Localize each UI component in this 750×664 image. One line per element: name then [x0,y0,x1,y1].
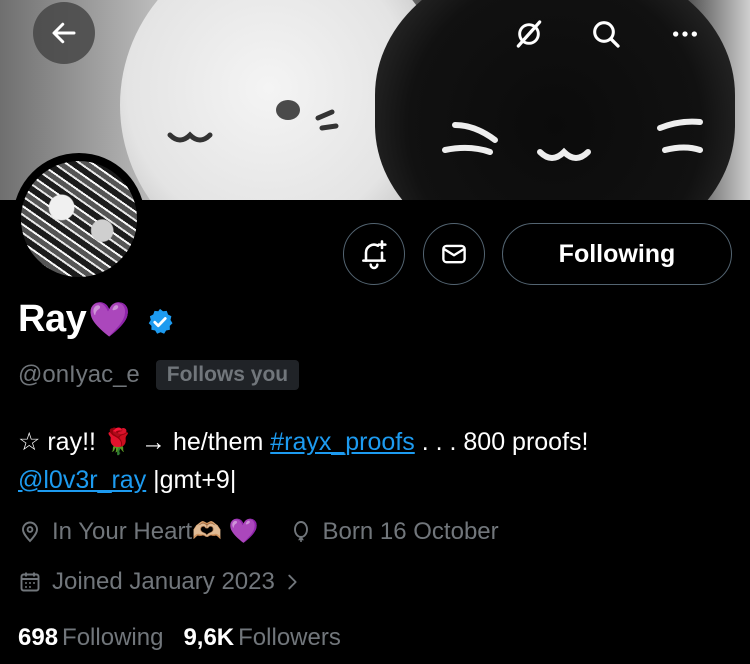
grok-button[interactable] [503,8,555,60]
mention-link[interactable]: @l0v3r_ray [18,466,146,494]
joined-text: Joined January 2023 [52,568,275,595]
display-name: Ray [18,298,87,340]
search-button[interactable] [580,8,632,60]
birthday: Born 16 October [289,518,499,546]
handle: @onIyac_e [18,361,140,388]
bio-text-1: ☆ ray!! 🌹 → he/them [18,428,271,456]
notifications-button[interactable] [343,223,405,285]
message-button[interactable] [423,223,485,285]
following-label: Following [62,624,164,651]
joined[interactable]: Joined January 2023 [18,568,303,596]
profile-name-row: Ray 💜 [18,298,175,341]
followers-count: 9,6K [183,624,235,651]
following-stat[interactable]: 698 Following [18,624,163,652]
balloon-icon [293,520,308,542]
arrow-left-icon [52,22,76,44]
verified-badge-icon[interactable] [145,307,175,337]
birthday-text: Born 16 October [322,517,499,545]
purple-heart-emoji: 💜 [88,300,131,339]
handle-row: @onIyac_e Follows you [18,360,300,390]
search-icon [593,21,620,48]
avatar[interactable] [13,153,145,285]
location-text: In Your Heart🫶🏼 💜 [52,518,259,545]
bio-text-3: |gmt+9| [146,466,237,494]
grok-slash-icon [516,20,542,48]
avatar-image [21,161,137,277]
more-button[interactable] [659,8,711,60]
bell-plus-icon [362,240,387,270]
followers-stat[interactable]: 9,6K Followers [183,624,340,652]
meta-row-2[interactable]: Joined January 2023 [18,568,303,596]
following-count: 698 [18,624,59,651]
follows-you-badge: Follows you [155,360,300,390]
bio-text-2: . . . 800 proofs! [414,428,589,456]
calendar-icon [20,572,40,592]
followers-label: Followers [238,624,341,651]
follow-stats: 698 Following 9,6K Followers [18,624,341,652]
following-button[interactable]: Following [502,223,732,285]
hashtag-link[interactable]: #rayx_proofs [270,428,415,456]
location: In Your Heart🫶🏼 💜 [18,517,259,546]
meta-row-1: In Your Heart🫶🏼 💜 Born 16 October [18,517,499,546]
chevron-right-icon [288,574,297,590]
envelope-icon [442,244,466,264]
location-pin-icon [22,521,38,542]
bio: ☆ ray!! 🌹 → he/them #rayx_proofs . . . 8… [18,423,738,499]
back-button[interactable] [33,2,95,64]
more-horizontal-icon [673,31,697,37]
